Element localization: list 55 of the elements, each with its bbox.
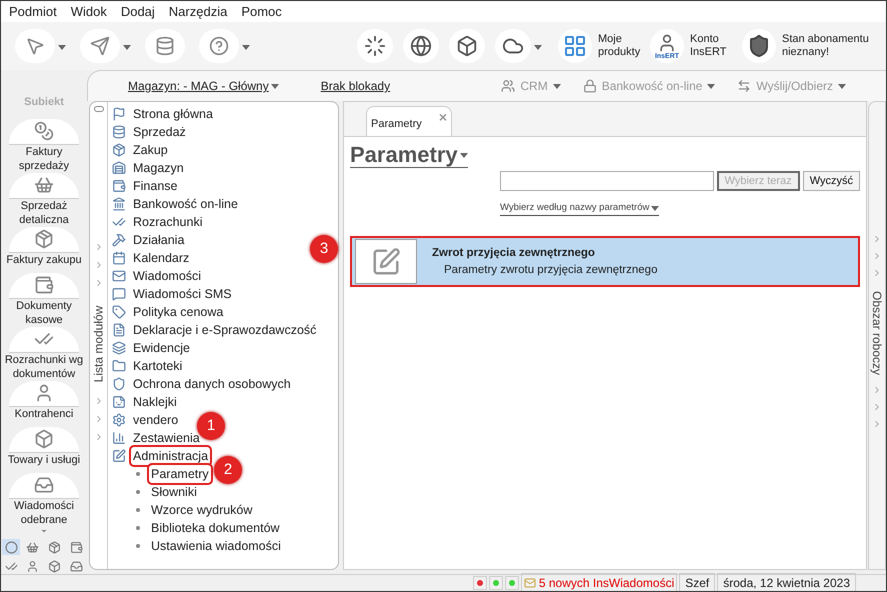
module-item[interactable]: Kartoteki [131, 356, 184, 376]
toolbar-link[interactable]: Konto InsERT [690, 33, 736, 59]
module-item[interactable]: Administracja [131, 446, 210, 466]
module-item[interactable]: Wiadomości SMS [131, 284, 234, 304]
module-item[interactable]: Bankowość on-line [131, 194, 240, 214]
module-subitem[interactable]: Słowniki [149, 482, 199, 502]
toolbar-link[interactable]: Stan abonamentu nieznany! [782, 33, 872, 59]
module-item[interactable]: Wiadomości [131, 266, 204, 286]
action-button[interactable]: Wyczyść [802, 171, 860, 191]
sidebar-item[interactable]: Faktury zakupu [2, 226, 86, 273]
status-date: środa, 12 kwietnia 2023 [717, 573, 856, 591]
module-item[interactable]: Rozrachunki [131, 212, 204, 232]
module-item[interactable]: Magazyn [131, 158, 186, 178]
result-subtitle: Parametry zwrotu przyjęcia zewnętrznego [444, 262, 658, 278]
logo-text: Subiekt [24, 95, 64, 110]
warehouse-dropdown[interactable]: Magazyn: - MAG - Główny [128, 77, 279, 95]
sidebar-item[interactable]: Rozrachunki wg dokumentów [2, 326, 86, 381]
status-messages[interactable]: 5 nowych InsWiadomości [520, 573, 678, 591]
panel-title: Lista modułów [90, 306, 106, 382]
module-item[interactable]: Zakup [131, 140, 170, 160]
page-title[interactable]: Parametry [350, 143, 468, 168]
result-title: Zwrot przyjęcia zewnętrznego [432, 246, 596, 260]
lock-link[interactable]: Brak blokady [320, 77, 390, 95]
menu-item[interactable]: Narzędzia [168, 2, 228, 22]
module-subitem[interactable]: Ustawienia wiadomości [149, 536, 283, 556]
menu-item[interactable]: Podmiot [9, 2, 57, 22]
module-subitem[interactable]: Biblioteka dokumentów [149, 518, 282, 538]
module-item[interactable]: Sprzedaż [131, 122, 188, 142]
menu-item[interactable]: Widok [70, 2, 107, 22]
module-subitem[interactable]: Parametry [149, 464, 211, 484]
toolbar-link[interactable]: Moje produkty [598, 33, 644, 59]
module-subitem[interactable]: Wzorce wydruków [149, 500, 254, 520]
module-item[interactable]: Ochrona danych osobowych [131, 374, 293, 394]
module-item[interactable]: Naklejki [131, 392, 179, 412]
module-item[interactable]: Ewidencje [131, 338, 192, 358]
panel-title: Obszar roboczy [869, 290, 885, 376]
module-item[interactable]: vendero [131, 410, 180, 430]
sidebar-item[interactable]: Sprzedaż detaliczna [2, 172, 86, 226]
module-item[interactable]: Deklaracje i e-Sprawozdawczość [131, 320, 318, 340]
sidebar-item[interactable]: Dokumenty kasowe [2, 272, 86, 327]
status-user: Szef [679, 573, 716, 591]
module-item[interactable]: Kalendarz [131, 248, 192, 268]
sidebar-item[interactable]: Towary i usługi [2, 426, 86, 473]
sidebar-item[interactable]: Kontrahenci [2, 380, 86, 427]
result-item[interactable]: Zwrot przyjęcia zewnętrznego Parametry zwrotu przyjęcia zewnętrznego [350, 236, 860, 288]
module-item[interactable]: Strona główna [131, 104, 215, 124]
sidebar-item[interactable]: Wiadomości odebrane [2, 472, 86, 527]
tab[interactable]: Parametry × [366, 106, 452, 136]
module-item[interactable]: Polityka cenowa [131, 302, 226, 322]
menu-item[interactable]: Dodaj [120, 2, 155, 22]
module-item[interactable]: Finanse [131, 176, 180, 196]
filter-dropdown[interactable]: Wybierz według nazwy parametrów [500, 201, 660, 216]
module-item[interactable]: Działania [131, 230, 186, 250]
sidebar-item[interactable]: Faktury sprzedaży [2, 118, 86, 172]
menu-item[interactable]: Pomoc [241, 2, 282, 22]
